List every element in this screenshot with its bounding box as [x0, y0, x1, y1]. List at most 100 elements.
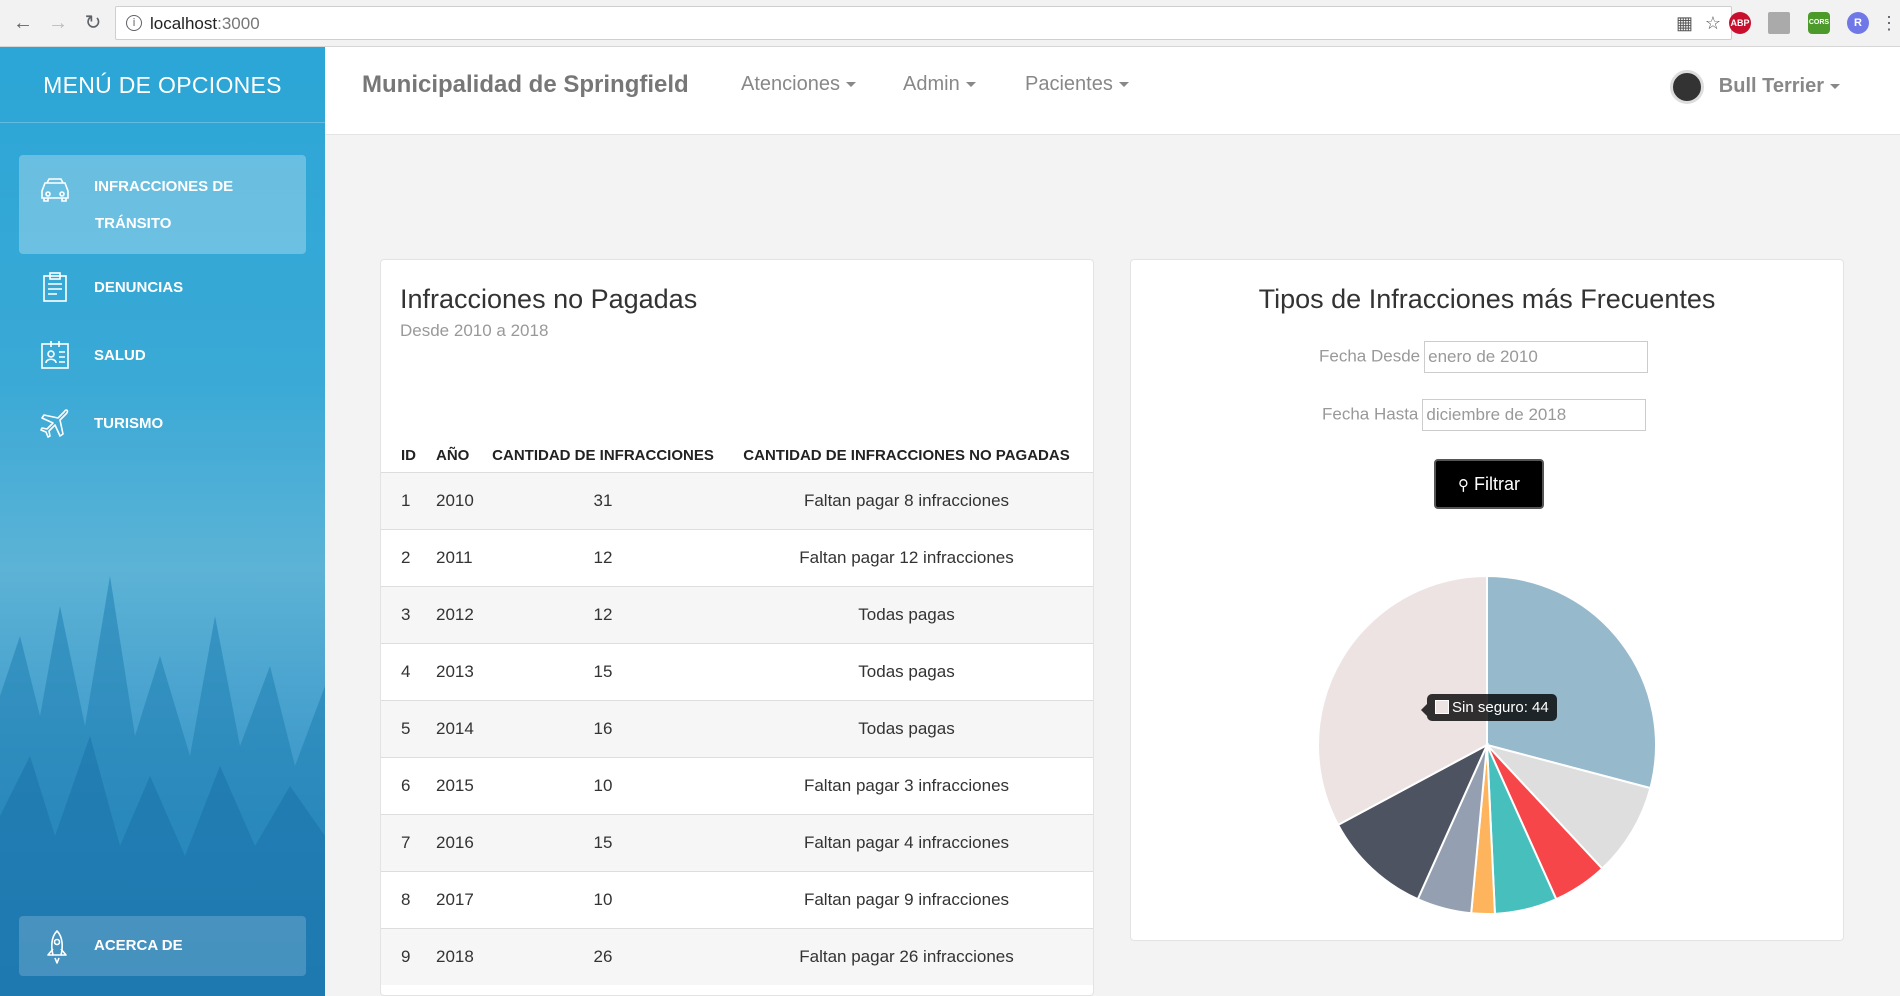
- top-navbar: Municipalidad de Springfield Atenciones …: [325, 47, 1900, 135]
- tooltip-text: Sin seguro: 44: [1452, 699, 1549, 716]
- unpaid-cell: Todas pagas: [720, 585, 1093, 643]
- translate-icon[interactable]: ▦: [1676, 13, 1693, 34]
- menu-label: Pacientes: [1025, 73, 1113, 95]
- unpaid-cell: Faltan pagar 4 infracciones: [720, 813, 1093, 871]
- date-from-row: Fecha Desde: [1319, 341, 1649, 373]
- unpaid-cell: Faltan pagar 8 infracciones: [720, 471, 1093, 529]
- caret-down-icon: [965, 82, 976, 88]
- menu-atenciones[interactable]: Atenciones: [741, 73, 856, 96]
- count-cell: 15: [486, 813, 720, 871]
- date-from-input[interactable]: [1424, 341, 1649, 373]
- table-row: 6 2015 10 Faltan pagar 3 infracciones: [381, 756, 1093, 814]
- menu-admin[interactable]: Admin: [903, 73, 976, 96]
- column-header: ID: [401, 446, 416, 464]
- column-header: CANTIDAD DE INFRACCIONES NO PAGADAS: [743, 446, 1070, 464]
- sidebar-item-denuncias[interactable]: DENUNCIAS: [19, 271, 306, 315]
- sidebar-item-label: SALUD: [94, 347, 146, 364]
- year-cell: 2017: [436, 870, 486, 928]
- adblock-extension-icon[interactable]: ABP: [1729, 12, 1751, 34]
- address-bar[interactable]: i localhost:3000 ▦ ☆: [115, 6, 1732, 40]
- airplane-icon: [40, 409, 69, 438]
- search-icon: ⚲: [1457, 476, 1469, 494]
- chart-tooltip: Sin seguro: 44: [1421, 694, 1557, 721]
- menu-label: Atenciones: [741, 73, 840, 95]
- filter-label: Filtrar: [1474, 474, 1520, 494]
- forward-arrow-icon[interactable]: →: [45, 10, 71, 36]
- table-row: 3 2012 12 Todas pagas: [381, 585, 1093, 643]
- year-cell: 2018: [436, 927, 486, 985]
- user-name: Bull Terrier: [1718, 75, 1824, 97]
- year-cell: 2014: [436, 699, 486, 757]
- rocket-icon: [47, 930, 67, 964]
- column-header: CANTIDAD DE INFRACCIONES: [492, 446, 714, 464]
- id-cell: 5: [381, 699, 436, 757]
- brand-title[interactable]: Municipalidad de Springfield: [362, 71, 689, 99]
- browser-toolbar: ← → ↻ i localhost:3000 ▦ ☆ ABP CORS R ⋮: [0, 0, 1900, 47]
- reload-icon[interactable]: ↻: [80, 10, 106, 36]
- tooltip-arrow: [1421, 704, 1427, 716]
- id-cell: 1: [381, 471, 436, 529]
- count-cell: 10: [486, 870, 720, 928]
- site-info-icon[interactable]: i: [126, 15, 142, 31]
- unpaid-cell: Faltan pagar 26 infracciones: [720, 927, 1093, 985]
- id-cell: 8: [381, 870, 436, 928]
- id-cell: 3: [381, 585, 436, 643]
- bookmark-star-icon[interactable]: ☆: [1705, 13, 1721, 34]
- count-cell: 10: [486, 756, 720, 814]
- unpaid-cell: Faltan pagar 12 infracciones: [720, 528, 1093, 586]
- user-avatar[interactable]: [1670, 70, 1704, 104]
- sidebar-item-turismo[interactable]: TURISMO: [19, 407, 306, 451]
- column-header: AÑO: [436, 446, 470, 464]
- unpaid-cell: Faltan pagar 3 infracciones: [720, 756, 1093, 814]
- sidebar-item-infracciones[interactable]: INFRACCIONES DE TRÁNSITO: [19, 155, 306, 254]
- clipboard-icon: [43, 272, 67, 302]
- filter-button[interactable]: ⚲ Filtrar: [1434, 459, 1544, 509]
- date-to-row: Fecha Hasta: [1322, 399, 1647, 431]
- about-button[interactable]: ACERCA DE: [19, 916, 306, 976]
- sidebar-item-salud[interactable]: SALUD: [19, 339, 306, 383]
- date-to-label: Fecha Hasta: [1322, 404, 1419, 424]
- drive-extension-icon[interactable]: [1768, 12, 1790, 34]
- year-cell: 2015: [436, 756, 486, 814]
- card-title: Infracciones no Pagadas: [400, 284, 698, 314]
- browser-menu-icon[interactable]: ⋮: [1876, 10, 1900, 36]
- about-label: ACERCA DE: [94, 937, 183, 954]
- card-subtitle: Desde 2010 a 2018: [400, 321, 549, 340]
- year-cell: 2012: [436, 585, 486, 643]
- table-row: 2 2011 12 Faltan pagar 12 infracciones: [381, 528, 1093, 586]
- id-cell: 9: [381, 927, 436, 985]
- menu-pacientes[interactable]: Pacientes: [1025, 73, 1129, 96]
- table-row: 4 2013 15 Todas pagas: [381, 642, 1093, 700]
- table-row: 5 2014 16 Todas pagas: [381, 699, 1093, 757]
- year-cell: 2013: [436, 642, 486, 700]
- year-cell: 2010: [436, 471, 486, 529]
- user-menu[interactable]: Bull Terrier: [1719, 75, 1840, 98]
- year-cell: 2016: [436, 813, 486, 871]
- count-cell: 16: [486, 699, 720, 757]
- caret-down-icon: [1830, 84, 1840, 90]
- sidebar-title: MENÚ DE OPCIONES: [0, 47, 325, 123]
- url-text[interactable]: localhost:3000: [150, 14, 260, 34]
- count-cell: 12: [486, 585, 720, 643]
- menu-label: Admin: [903, 73, 960, 95]
- table-row: 8 2017 10 Faltan pagar 9 infracciones: [381, 870, 1093, 928]
- table-row: 1 2010 31 Faltan pagar 8 infracciones: [381, 471, 1093, 529]
- back-arrow-icon[interactable]: ←: [10, 10, 36, 36]
- caret-down-icon: [1118, 82, 1129, 88]
- table-header-row: ID AÑO CANTIDAD DE INFRACCIONES CANTIDAD…: [381, 438, 1093, 472]
- car-icon: [41, 178, 69, 202]
- unpaid-cell: Todas pagas: [720, 642, 1093, 700]
- id-card-icon: [41, 341, 69, 369]
- r-extension-icon[interactable]: R: [1847, 12, 1869, 34]
- unpaid-cell: Faltan pagar 9 infracciones: [720, 870, 1093, 928]
- date-to-input[interactable]: [1422, 399, 1647, 431]
- cors-extension-icon[interactable]: CORS: [1808, 12, 1830, 34]
- id-cell: 7: [381, 813, 436, 871]
- sidebar: MENÚ DE OPCIONES INFRACCIONES DE TRÁNSIT…: [0, 47, 325, 996]
- sidebar-item-label: TRÁNSITO: [95, 215, 172, 232]
- table-row: 7 2016 15 Faltan pagar 4 infracciones: [381, 813, 1093, 871]
- table-row: 9 2018 26 Faltan pagar 26 infracciones: [381, 927, 1093, 985]
- unpaid-infractions-card: Infracciones no Pagadas Desde 2010 a 201…: [380, 259, 1094, 996]
- tooltip-swatch: [1435, 700, 1449, 714]
- chart-title: Tipos de Infracciones más Frecuentes: [1258, 284, 1716, 314]
